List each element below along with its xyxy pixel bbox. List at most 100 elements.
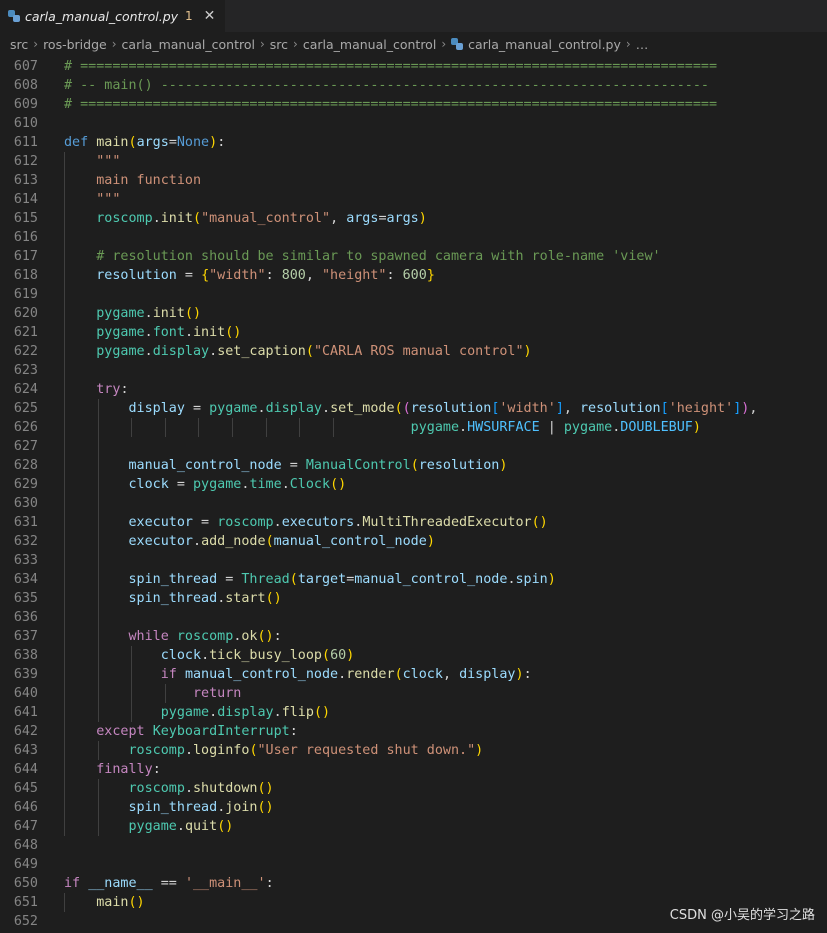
code-line[interactable]: 642 except KeyboardInterrupt: <box>0 722 827 741</box>
breadcrumb-item[interactable]: carla_manual_control <box>122 37 255 52</box>
code-line[interactable]: 632 executor.add_node(manual_control_nod… <box>0 532 827 551</box>
code-line[interactable]: 621 pygame.font.init() <box>0 323 827 342</box>
code-line[interactable]: 643 roscomp.loginfo("User requested shut… <box>0 741 827 760</box>
code-line[interactable]: 638 clock.tick_busy_loop(60) <box>0 646 827 665</box>
line-number: 641 <box>13 705 38 720</box>
code-line[interactable]: 648 <box>0 836 827 855</box>
breadcrumb-item[interactable]: src <box>10 37 28 52</box>
code-line[interactable]: 618 resolution = {"width": 800, "height"… <box>0 266 827 285</box>
code-line[interactable]: 624 try: <box>0 380 827 399</box>
code-line[interactable]: 613 main function <box>0 171 827 190</box>
code-token: ( <box>289 572 298 587</box>
code-text: # resolution should be similar to spawne… <box>64 247 660 266</box>
code-line[interactable]: 619 <box>0 285 827 304</box>
code-line[interactable]: 626 pygame.HWSURFACE | pygame.DOUBLEBUF) <box>0 418 827 437</box>
line-number: 624 <box>13 382 38 397</box>
code-line[interactable]: 611 def main(args=None): <box>0 133 827 152</box>
code-token: | <box>539 420 564 435</box>
code-token: . <box>152 211 161 226</box>
indent-guide <box>64 437 65 456</box>
code-token: pygame <box>410 420 460 435</box>
code-line[interactable]: 646 spin_thread.join() <box>0 798 827 817</box>
code-text: # ======================================… <box>64 95 717 114</box>
line-number: 651 <box>13 895 38 910</box>
code-token: manual_control_node <box>354 572 508 587</box>
code-line[interactable]: 630 <box>0 494 827 513</box>
code-token: # -- main() ----------------------------… <box>64 78 709 93</box>
code-line[interactable]: 633 <box>0 551 827 570</box>
code-token: ) <box>692 420 701 435</box>
line-number: 628 <box>13 458 38 473</box>
code-line[interactable]: 639 if manual_control_node.render(clock,… <box>0 665 827 684</box>
code-line[interactable]: 615 roscomp.init("manual_control", args=… <box>0 209 827 228</box>
code-token: . <box>209 705 218 720</box>
code-text: finally: <box>64 760 161 779</box>
code-line[interactable]: 645 roscomp.shutdown() <box>0 779 827 798</box>
code-line[interactable]: 635 spin_thread.start() <box>0 589 827 608</box>
code-line[interactable]: 636 <box>0 608 827 627</box>
indent-guide <box>64 228 65 247</box>
code-token: . <box>507 572 516 587</box>
code-text: def main(args=None): <box>64 133 225 152</box>
code-line[interactable]: 616 <box>0 228 827 247</box>
code-line[interactable]: 637 while roscomp.ok(): <box>0 627 827 646</box>
code-text: return <box>64 684 241 703</box>
code-line[interactable]: 641 pygame.display.flip() <box>0 703 827 722</box>
breadcrumb-item[interactable]: ros-bridge <box>43 37 107 52</box>
close-icon[interactable]: ✕ <box>204 8 216 24</box>
code-line[interactable]: 644 finally: <box>0 760 827 779</box>
code-token: init <box>193 325 226 340</box>
code-line[interactable]: 647 pygame.quit() <box>0 817 827 836</box>
code-line[interactable]: 634 spin_thread = Thread(target=manual_c… <box>0 570 827 589</box>
code-token: "CARLA ROS manual control" <box>313 344 524 359</box>
code-line[interactable]: 650 if __name__ == '__main__': <box>0 874 827 893</box>
breadcrumb-file[interactable]: carla_manual_control.py <box>451 37 621 52</box>
code-token: pygame <box>96 306 145 321</box>
code-line[interactable]: 623 <box>0 361 827 380</box>
code-line[interactable]: 649 <box>0 855 827 874</box>
line-number: 632 <box>13 534 38 549</box>
code-token: set_caption <box>217 344 306 359</box>
indent-guide <box>97 608 99 627</box>
code-line[interactable]: 628 manual_control_node = ManualControl(… <box>0 456 827 475</box>
code-line[interactable]: 612 """ <box>0 152 827 171</box>
code-line[interactable]: 607 # ===================================… <box>0 57 827 76</box>
breadcrumb-item[interactable]: src <box>270 37 288 52</box>
line-number: 642 <box>13 724 38 739</box>
tab-carla-manual-control[interactable]: carla_manual_control.py 1 ✕ <box>0 0 226 32</box>
breadcrumb-more[interactable]: … <box>636 37 649 52</box>
code-text: # -- main() ----------------------------… <box>64 76 709 95</box>
code-line[interactable]: 629 clock = pygame.time.Clock() <box>0 475 827 494</box>
code-token: resolution <box>96 268 177 283</box>
code-line[interactable]: 625 display = pygame.display.set_mode((r… <box>0 399 827 418</box>
code-text: pygame.HWSURFACE | pygame.DOUBLEBUF) <box>64 418 701 437</box>
code-line[interactable]: 627 <box>0 437 827 456</box>
code-line[interactable]: 620 pygame.init() <box>0 304 827 323</box>
code-token: , <box>305 268 322 283</box>
code-text: main function <box>64 171 201 190</box>
line-number: 616 <box>13 230 38 245</box>
code-text: roscomp.loginfo("User requested shut dow… <box>64 741 484 760</box>
code-line[interactable]: 640 return <box>0 684 827 703</box>
code-text: """ <box>64 152 120 171</box>
code-line[interactable]: 622 pygame.display.set_caption("CARLA RO… <box>0 342 827 361</box>
code-line[interactable]: 610 <box>0 114 827 133</box>
code-line[interactable]: 614 """ <box>0 190 827 209</box>
line-number: 633 <box>13 553 38 568</box>
code-line[interactable]: 608 # -- main() -------------------------… <box>0 76 827 95</box>
code-line[interactable]: 609 # ===================================… <box>0 95 827 114</box>
code-text: main() <box>64 893 144 912</box>
code-line[interactable]: 631 executor = roscomp.executors.MultiTh… <box>0 513 827 532</box>
code-token: 60 <box>330 648 347 663</box>
code-token: ) <box>426 534 435 549</box>
code-token: None <box>176 135 210 150</box>
breadcrumb-item[interactable]: carla_manual_control <box>303 37 436 52</box>
code-editor[interactable]: 607 # ===================================… <box>0 57 827 933</box>
code-line[interactable]: 617 # resolution should be similar to sp… <box>0 247 827 266</box>
code-token: args <box>136 135 169 150</box>
